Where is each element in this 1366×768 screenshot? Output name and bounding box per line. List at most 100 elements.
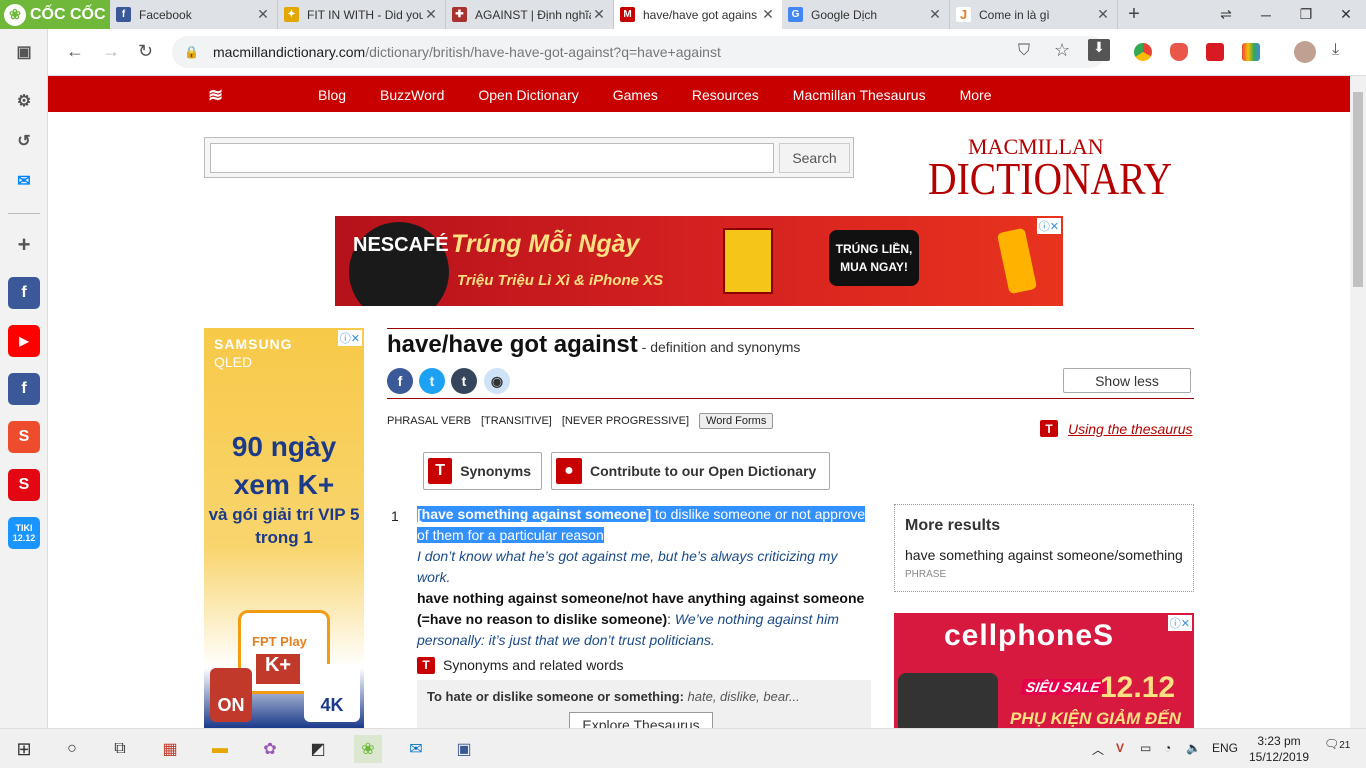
coccoc-menu-button[interactable]: ❀ CỐC CỐC <box>0 0 110 29</box>
word-forms-button[interactable]: Word Forms <box>699 413 774 429</box>
shopee-icon[interactable]: S <box>8 421 40 453</box>
close-icon[interactable]: ✕ <box>1095 6 1111 23</box>
nav-games[interactable]: Games <box>613 87 658 103</box>
close-icon[interactable]: ✕ <box>423 6 439 23</box>
back-icon[interactable]: ← <box>66 41 84 62</box>
windows-start-icon[interactable]: ⊞ <box>12 737 36 761</box>
definition-pattern: [have something against someone] <box>417 506 652 522</box>
new-tab-button[interactable]: + <box>1118 0 1150 29</box>
address-bar[interactable]: 🔒 macmillandictionary.com/dictionary/bri… <box>172 36 1106 68</box>
close-icon[interactable]: ✕ <box>760 6 776 23</box>
paint-icon[interactable]: ✿ <box>258 737 282 761</box>
tiki-icon[interactable]: TIKI 12.12 <box>8 517 40 549</box>
history-icon[interactable]: ↺ <box>8 125 40 157</box>
banner-ad-nescafe[interactable]: NESCAFÉ Trúng Mỗi Ngày Triệu Triệu Lì Xì… <box>335 216 1063 306</box>
battery-icon[interactable]: ▭ <box>1140 741 1151 755</box>
nav-open-dictionary[interactable]: Open Dictionary <box>478 87 578 103</box>
twitter-share-icon[interactable]: t <box>419 368 445 394</box>
wifi-icon[interactable]: ◔ <box>1164 741 1171 755</box>
maximize-button[interactable]: ❐ <box>1286 0 1326 29</box>
shield-icon[interactable]: ⛉ <box>1018 42 1030 60</box>
show-less-button[interactable]: Show less <box>1063 368 1191 393</box>
outlook-icon[interactable]: ✉ <box>404 737 428 761</box>
system-clock[interactable]: 3:23 pm 15/12/2019 <box>1246 733 1312 765</box>
tab-facebook[interactable]: f Facebook ✕ <box>110 0 278 29</box>
extension-grid-icon[interactable] <box>1242 43 1260 61</box>
facebook-icon[interactable]: f <box>8 277 40 309</box>
nav-buzzword[interactable]: BuzzWord <box>380 87 444 103</box>
profile-avatar[interactable] <box>1294 41 1316 63</box>
sendo-icon[interactable]: S <box>8 469 40 501</box>
sidebar-toggle-icon[interactable]: ▣ <box>8 36 40 68</box>
messenger-icon[interactable]: ✉ <box>8 165 40 197</box>
tab-fit-in-with[interactable]: ✦ FIT IN WITH - Did you ✕ <box>278 0 446 29</box>
sidebar-ad-cellphones[interactable]: cellphoneS SIÊU SALE 12.12 PHỤ KIỆN GIẢM… <box>894 613 1194 728</box>
tab-come-in[interactable]: J Come in là gì ✕ <box>950 0 1118 29</box>
macmillan-logo-icon[interactable]: ≋ <box>208 85 234 105</box>
page-scrollbar[interactable] <box>1350 76 1366 728</box>
app-store-icon[interactable]: ▦ <box>158 737 182 761</box>
ad-cta-button[interactable]: TRÚNG LIỀN, MUA NGAY! <box>829 230 919 286</box>
more-results-link[interactable]: have something against someone/something <box>905 547 1183 563</box>
contribute-button[interactable]: ● Contribute to our Open Dictionary <box>551 452 830 490</box>
reload-icon[interactable]: ↻ <box>138 41 153 62</box>
google-translate-icon: G <box>788 7 803 22</box>
explore-thesaurus-button[interactable]: Explore Thesaurus <box>569 712 713 728</box>
coccoc-taskbar-icon[interactable]: ❀ <box>354 735 382 763</box>
download-page-icon[interactable]: ⬇ <box>1088 39 1110 61</box>
add-app-icon[interactable]: + <box>8 229 40 261</box>
tab-have-got-against[interactable]: M have/have got agains ✕ <box>614 0 782 29</box>
notifications-icon[interactable]: 🗨21 <box>1324 737 1350 751</box>
photos-icon[interactable]: ▣ <box>452 737 476 761</box>
search-icon[interactable]: ○ <box>60 737 84 761</box>
ad-product-image <box>898 673 998 728</box>
close-icon[interactable]: ✕ <box>255 6 271 23</box>
youtube-icon[interactable]: ▶ <box>8 325 40 357</box>
synonyms-button[interactable]: T Synonyms <box>423 452 542 490</box>
bookmark-star-icon[interactable]: ☆ <box>1054 40 1070 61</box>
ad-product-image <box>723 228 773 294</box>
show-hidden-icons[interactable]: ︿ <box>1092 741 1104 758</box>
search-button[interactable]: Search <box>779 143 850 173</box>
lock-icon[interactable]: 🔒 <box>184 45 199 59</box>
nav-blog[interactable]: Blog <box>318 87 346 103</box>
sidebar-ad-samsung[interactable]: SAMSUNG QLED 90 ngày xem K+ và gói giải … <box>204 328 364 728</box>
nav-thesaurus[interactable]: Macmillan Thesaurus <box>793 87 926 103</box>
tray-app-icon[interactable]: V <box>1116 741 1124 755</box>
tumblr-share-icon[interactable]: t <box>451 368 477 394</box>
task-view-icon[interactable]: ⧉ <box>108 737 132 761</box>
volume-icon[interactable]: 🔈 <box>1186 741 1201 755</box>
scrollbar-thumb[interactable] <box>1353 92 1363 287</box>
extension-red-icon[interactable] <box>1206 43 1224 61</box>
facebook-icon[interactable]: f <box>8 373 40 405</box>
settings-icon[interactable]: ⚙ <box>8 85 40 117</box>
entry-heading: have/have got against - definition and s… <box>387 331 800 359</box>
synonyms-toggle[interactable]: T Synonyms and related words <box>417 655 871 676</box>
downloads-icon[interactable]: ⤓ <box>1332 41 1339 59</box>
input-language[interactable]: ENG <box>1212 741 1238 755</box>
facebook-share-icon[interactable]: f <box>387 368 413 394</box>
restore-tabs-icon[interactable]: ⇌ <box>1206 0 1246 29</box>
file-explorer-icon[interactable]: ▬ <box>208 737 232 761</box>
tab-google-translate[interactable]: G Google Dịch ✕ <box>782 0 950 29</box>
forward-icon[interactable]: → <box>102 41 120 62</box>
extension-chrome-icon[interactable] <box>1134 43 1152 61</box>
clock-time: 3:23 pm <box>1257 734 1301 748</box>
search-input[interactable] <box>210 143 774 173</box>
macmillan-icon: M <box>620 7 635 22</box>
synonyms-label: Synonyms <box>460 463 531 479</box>
using-thesaurus-link[interactable]: Using the thesaurus <box>1068 421 1193 437</box>
nav-more[interactable]: More <box>960 87 992 103</box>
tab-against[interactable]: ✚ AGAINST | Định nghĩa ✕ <box>446 0 614 29</box>
close-window-button[interactable]: ✕ <box>1326 0 1366 29</box>
sticky-notes-icon[interactable]: ◩ <box>306 737 330 761</box>
ad-choices-icon[interactable]: ⓘ✕ <box>1167 615 1192 631</box>
close-icon[interactable]: ✕ <box>591 6 607 23</box>
reddit-share-icon[interactable]: ◉ <box>484 368 510 394</box>
ad-choices-icon[interactable]: ⓘ✕ <box>1036 218 1061 234</box>
nav-resources[interactable]: Resources <box>692 87 759 103</box>
close-icon[interactable]: ✕ <box>927 6 943 23</box>
extension-shield-icon[interactable] <box>1170 43 1188 61</box>
ad-choices-icon[interactable]: ⓘ✕ <box>337 330 362 346</box>
minimize-button[interactable]: ─ <box>1246 0 1286 29</box>
